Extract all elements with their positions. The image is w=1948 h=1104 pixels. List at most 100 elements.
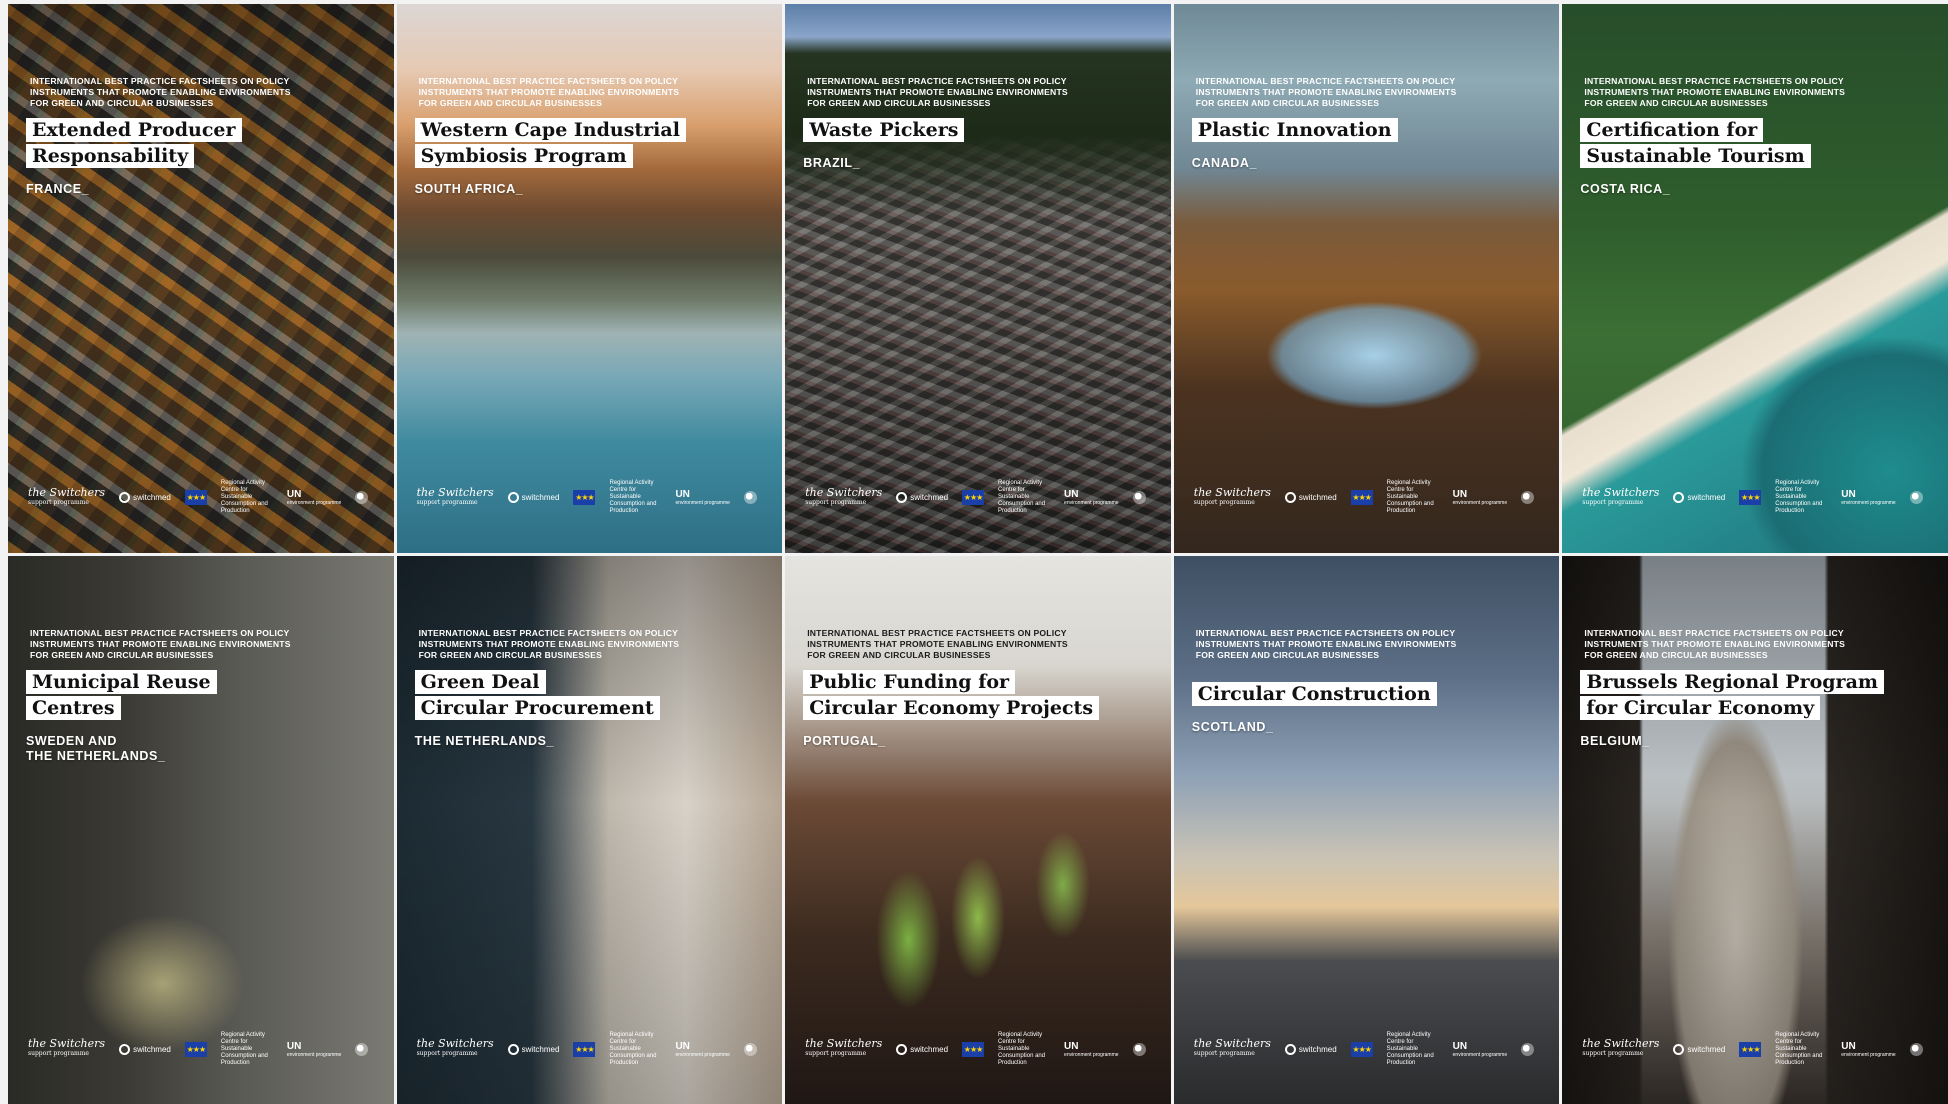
switchmed-icon — [896, 1043, 908, 1055]
un-environment-logo: UN environment programme — [1841, 1040, 1896, 1058]
switchers-logo: the Switchers support programme — [28, 1037, 106, 1057]
partner-logos: the Switchers support programme switchmed… — [1193, 480, 1548, 514]
title-line: Certification for — [1580, 118, 1764, 142]
country-label: THE NETHERLANDS_ — [414, 733, 555, 748]
country-label: COSTA RICA_ — [1580, 182, 1671, 196]
rac-logo: Regional Activity Centre for Sustainable… — [998, 1031, 1046, 1066]
switchmed-logo: switchmed — [1284, 492, 1337, 503]
title-line: Extended Producer — [26, 118, 242, 142]
factsheet-card-scotland[interactable]: INTERNATIONAL BEST PRACTICE FACTSHEETS O… — [1173, 555, 1560, 1104]
series-header: INTERNATIONAL BEST PRACTICE FACTSHEETS O… — [30, 76, 291, 108]
switchmed-logo: switchmed — [119, 492, 171, 503]
factsheet-card-costa-rica[interactable]: INTERNATIONAL BEST PRACTICE FACTSHEETS O… — [1562, 4, 1948, 553]
switchers-logo: the Switchers support programme — [1582, 1037, 1660, 1057]
factsheet-card-south-africa[interactable]: INTERNATIONAL BEST PRACTICE FACTSHEETS O… — [396, 4, 783, 553]
switchers-logo: the Switchers support programme — [1193, 485, 1271, 506]
switchmed-icon — [507, 492, 519, 503]
un-environment-logo: UN environment programme — [1064, 489, 1119, 506]
cover-title: Brussels Regional Program for Circular E… — [1580, 669, 1938, 749]
un-environment-logo: UN environment programme — [286, 489, 342, 506]
cover-title: Certification for Sustainable Tourism CO… — [1580, 118, 1938, 197]
country-label: BRAZIL_ — [803, 156, 861, 170]
factsheet-card-sweden-netherlands[interactable]: INTERNATIONAL BEST PRACTICE FACTSHEETS O… — [8, 555, 394, 1104]
country-label: CANADA_ — [1191, 156, 1258, 170]
partner-logos: the Switchers support programme switchmed… — [1582, 480, 1936, 514]
partner-circle-icon — [1521, 491, 1535, 504]
switchers-logo: the Switchers support programme — [416, 1037, 494, 1057]
rac-logo: Regional Activity Centre for Sustainable… — [609, 1031, 657, 1066]
series-header: INTERNATIONAL BEST PRACTICE FACTSHEETS O… — [1584, 627, 1846, 660]
eu-flag-icon: ★★★ — [1739, 1041, 1762, 1057]
cover-title: Waste Pickers BRAZIL_ — [803, 118, 1161, 171]
partner-circle-icon — [1132, 491, 1146, 504]
cover-title: Western Cape Industrial Symbiosis Progra… — [414, 118, 773, 197]
rac-logo: Regional Activity Centre for Sustainable… — [998, 480, 1046, 514]
title-line: Public Funding for — [803, 669, 1016, 694]
factsheet-card-france[interactable]: INTERNATIONAL BEST PRACTICE FACTSHEETS O… — [8, 4, 394, 553]
series-header: INTERNATIONAL BEST PRACTICE FACTSHEETS O… — [1195, 627, 1457, 660]
partner-logos: the Switchers support programme switchmed… — [28, 480, 382, 514]
country-label: SOUTH AFRICA_ — [414, 182, 524, 196]
eu-flag-icon: ★★★ — [1739, 490, 1762, 505]
switchmed-logo: switchmed — [1284, 1043, 1337, 1055]
un-environment-logo: UN environment programme — [675, 1040, 730, 1058]
series-header: INTERNATIONAL BEST PRACTICE FACTSHEETS O… — [30, 627, 291, 660]
partner-circle-icon — [1909, 1042, 1923, 1056]
title-line: Plastic Innovation — [1191, 118, 1398, 142]
switchmed-logo: switchmed — [507, 492, 559, 503]
switchers-logo: the Switchers support programme — [416, 485, 494, 506]
factsheet-card-portugal[interactable]: INTERNATIONAL BEST PRACTICE FACTSHEETS O… — [785, 555, 1171, 1104]
eu-flag-icon: ★★★ — [962, 490, 985, 505]
switchmed-icon — [896, 492, 908, 503]
factsheet-grid: INTERNATIONAL BEST PRACTICE FACTSHEETS O… — [8, 4, 1948, 1104]
switchmed-icon — [119, 1043, 131, 1055]
title-line: Circular Economy Projects — [803, 695, 1100, 720]
factsheet-card-belgium[interactable]: INTERNATIONAL BEST PRACTICE FACTSHEETS O… — [1562, 555, 1948, 1104]
partner-circle-icon — [1521, 1042, 1535, 1056]
partner-circle-icon — [355, 1042, 369, 1056]
title-line: Municipal Reuse — [26, 669, 217, 694]
partner-logos: the Switchers support programme switchmed… — [805, 1032, 1159, 1066]
series-header: INTERNATIONAL BEST PRACTICE FACTSHEETS O… — [418, 76, 680, 108]
cover-title: Extended Producer Responsability FRANCE_ — [26, 118, 384, 197]
partner-logos: the Switchers support programme switchmed… — [28, 1032, 382, 1066]
partner-logos: the Switchers support programme switchmed… — [416, 480, 771, 514]
switchmed-logo: switchmed — [1673, 1043, 1725, 1055]
cover-title: Municipal Reuse Centres SWEDEN AND THE N… — [26, 669, 384, 764]
country-label: BELGIUM_ — [1580, 733, 1650, 748]
title-line: Sustainable Tourism — [1580, 144, 1811, 168]
switchers-logo: the Switchers support programme — [805, 1037, 883, 1057]
title-line: Circular Procurement — [414, 695, 660, 720]
factsheet-card-the-netherlands[interactable]: INTERNATIONAL BEST PRACTICE FACTSHEETS O… — [396, 555, 783, 1104]
cover-title: Plastic Innovation CANADA_ — [1191, 118, 1550, 171]
title-line: Western Cape Industrial — [414, 118, 686, 142]
factsheet-card-brazil[interactable]: INTERNATIONAL BEST PRACTICE FACTSHEETS O… — [785, 4, 1171, 553]
partner-logos: the Switchers support programme switchmed… — [416, 1032, 771, 1066]
switchmed-icon — [1673, 1043, 1685, 1055]
eu-flag-icon: ★★★ — [573, 490, 596, 505]
un-environment-logo: UN environment programme — [675, 489, 730, 506]
country-label: FRANCE_ — [26, 182, 90, 196]
rac-logo: Regional Activity Centre for Sustainable… — [609, 480, 657, 514]
series-header: INTERNATIONAL BEST PRACTICE FACTSHEETS O… — [807, 627, 1068, 660]
switchmed-logo: switchmed — [896, 492, 948, 503]
cover-title: Circular Construction SCOTLAND_ — [1191, 681, 1550, 735]
eu-flag-icon: ★★★ — [1350, 490, 1373, 505]
switchmed-logo: switchmed — [119, 1043, 171, 1055]
switchmed-icon — [1284, 492, 1296, 503]
switchmed-logo: switchmed — [896, 1043, 948, 1055]
partner-logos: the Switchers support programme switchmed… — [1582, 1032, 1936, 1066]
rac-logo: Regional Activity Centre for Sustainable… — [220, 480, 268, 514]
title-line: Circular Construction — [1191, 681, 1437, 706]
partner-circle-icon — [1909, 491, 1923, 504]
country-label: SWEDEN AND THE NETHERLANDS_ — [26, 733, 166, 763]
title-line: Symbiosis Program — [414, 144, 633, 168]
title-line: for Circular Economy — [1580, 695, 1821, 720]
eu-flag-icon: ★★★ — [1350, 1041, 1373, 1057]
eu-flag-icon: ★★★ — [184, 490, 207, 505]
cover-title: Green Deal Circular Procurement THE NETH… — [414, 669, 773, 749]
factsheet-card-canada[interactable]: INTERNATIONAL BEST PRACTICE FACTSHEETS O… — [1173, 4, 1560, 553]
switchmed-icon — [507, 1043, 519, 1055]
rac-logo: Regional Activity Centre for Sustainable… — [1775, 480, 1823, 514]
partner-circle-icon — [743, 491, 757, 504]
